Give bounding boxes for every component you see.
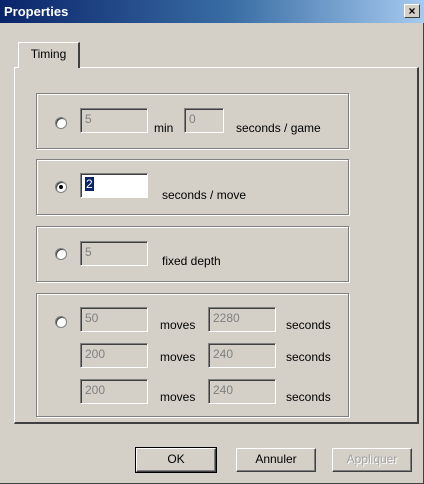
seconds-label-3: seconds xyxy=(286,390,331,404)
game-time-radio[interactable] xyxy=(55,117,67,129)
moves-input-2[interactable]: 200 xyxy=(80,343,148,368)
move-time-radio[interactable] xyxy=(55,181,67,193)
ok-button[interactable]: OK xyxy=(135,447,217,473)
game-seconds-input[interactable]: 0 xyxy=(184,108,224,133)
minutes-label: min xyxy=(154,121,174,135)
seconds-per-game-label: seconds / game xyxy=(236,121,321,135)
seconds-input-3[interactable]: 240 xyxy=(208,379,276,404)
window-title: Properties xyxy=(4,4,69,19)
moves-label-2: moves xyxy=(160,350,196,364)
moves-label-3: moves xyxy=(160,390,196,404)
seconds-label-2: seconds xyxy=(286,350,331,364)
tournament-time-radio[interactable] xyxy=(55,316,67,328)
tab-timing[interactable]: Timing xyxy=(18,42,80,68)
apply-button[interactable]: Appliquer xyxy=(332,448,412,472)
properties-dialog: Properties × Timing 5 min 0 seconds / ga… xyxy=(0,0,424,484)
seconds-input-1[interactable]: 2280 xyxy=(208,307,276,332)
fixed-depth-label: fixed depth xyxy=(162,254,221,268)
seconds-per-move-label: seconds / move xyxy=(162,188,247,202)
seconds-input-2[interactable]: 240 xyxy=(208,343,276,368)
moves-input-3[interactable]: 200 xyxy=(80,379,148,404)
moves-label-1: moves xyxy=(160,318,196,332)
close-button[interactable]: × xyxy=(404,4,420,18)
fixed-depth-input[interactable]: 5 xyxy=(80,241,148,266)
fixed-depth-radio[interactable] xyxy=(55,248,67,260)
seconds-label-1: seconds xyxy=(286,318,331,332)
title-bar[interactable]: Properties × xyxy=(0,0,424,23)
seconds-per-move-input[interactable]: 2 xyxy=(80,173,148,198)
cancel-button[interactable]: Annuler xyxy=(236,448,316,472)
moves-input-1[interactable]: 50 xyxy=(80,307,148,332)
seconds-per-move-value: 2 xyxy=(85,177,94,191)
game-minutes-input[interactable]: 5 xyxy=(80,108,148,133)
